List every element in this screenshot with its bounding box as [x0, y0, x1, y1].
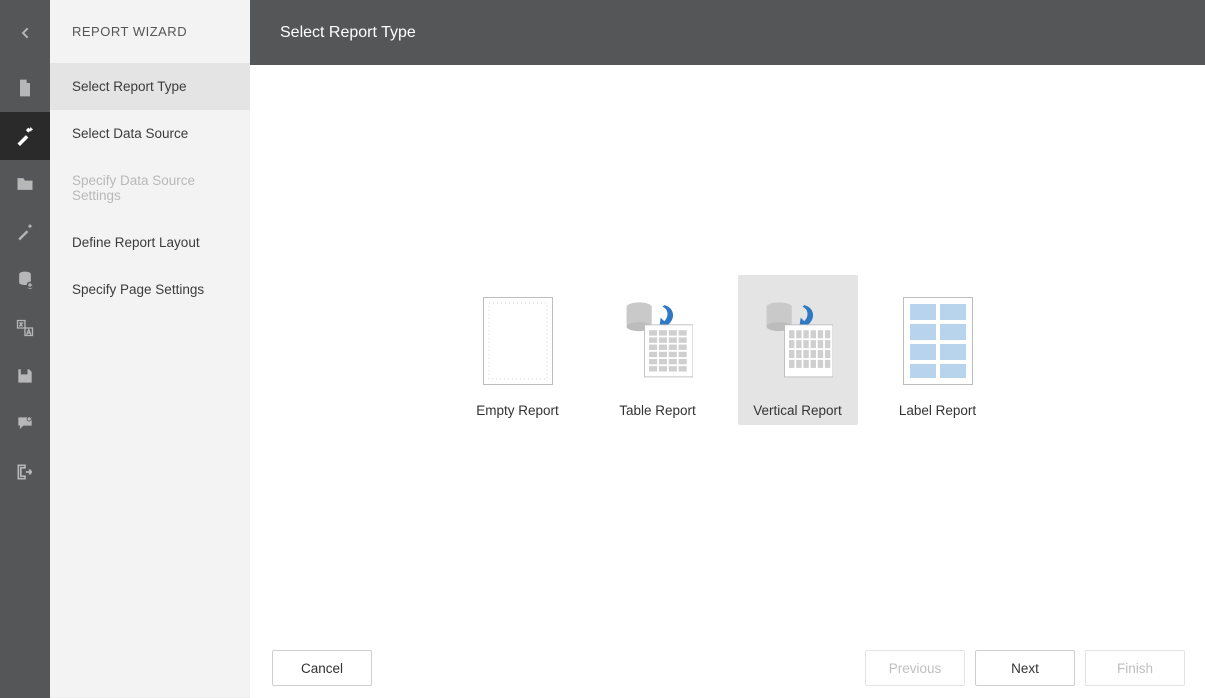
option-label: Table Report — [619, 403, 696, 418]
step-define-report-layout[interactable]: Define Report Layout — [50, 219, 250, 266]
previous-button: Previous — [865, 650, 965, 686]
finish-button: Finish — [1085, 650, 1185, 686]
localization-icon[interactable] — [0, 304, 50, 352]
wizard-title: REPORT WIZARD — [50, 0, 250, 63]
folder-icon[interactable] — [0, 160, 50, 208]
step-select-report-type[interactable]: Select Report Type — [50, 63, 250, 110]
option-table-report[interactable]: Table Report — [598, 275, 718, 425]
new-page-icon[interactable] — [0, 64, 50, 112]
main-area: Select Report Type Empty Report — [250, 0, 1205, 698]
wizard-sidebar: REPORT WIZARD Select Report Type Select … — [50, 0, 250, 698]
option-label: Vertical Report — [753, 403, 842, 418]
cancel-button[interactable]: Cancel — [272, 650, 372, 686]
option-vertical-report[interactable]: Vertical Report — [738, 275, 858, 425]
chevron-left-icon[interactable] — [0, 12, 50, 54]
table-report-icon — [623, 297, 693, 385]
icon-rail — [0, 0, 50, 698]
report-type-options: Empty Report — [250, 275, 1205, 425]
step-select-data-source[interactable]: Select Data Source — [50, 110, 250, 157]
option-label: Empty Report — [476, 403, 559, 418]
next-button[interactable]: Next — [975, 650, 1075, 686]
comments-icon[interactable] — [0, 400, 50, 448]
app-root: REPORT WIZARD Select Report Type Select … — [0, 0, 1205, 698]
vertical-report-icon — [763, 297, 833, 385]
content-area: Empty Report — [250, 65, 1205, 638]
wizard-footer: Cancel Previous Next Finish — [250, 638, 1205, 698]
save-icon[interactable] — [0, 352, 50, 400]
database-add-icon[interactable] — [0, 256, 50, 304]
step-specify-page-settings[interactable]: Specify Page Settings — [50, 266, 250, 313]
option-label-report[interactable]: Label Report — [878, 275, 998, 425]
step-specify-data-source-settings: Specify Data Source Settings — [50, 157, 250, 219]
magic-wand-icon[interactable] — [0, 208, 50, 256]
option-label: Label Report — [899, 403, 976, 418]
option-empty-report[interactable]: Empty Report — [458, 275, 578, 425]
wizard-icon[interactable] — [0, 112, 50, 160]
exit-icon[interactable] — [0, 448, 50, 496]
label-report-icon — [903, 297, 973, 385]
page-title: Select Report Type — [280, 24, 416, 42]
empty-report-icon — [483, 297, 553, 385]
page-header: Select Report Type — [250, 0, 1205, 65]
